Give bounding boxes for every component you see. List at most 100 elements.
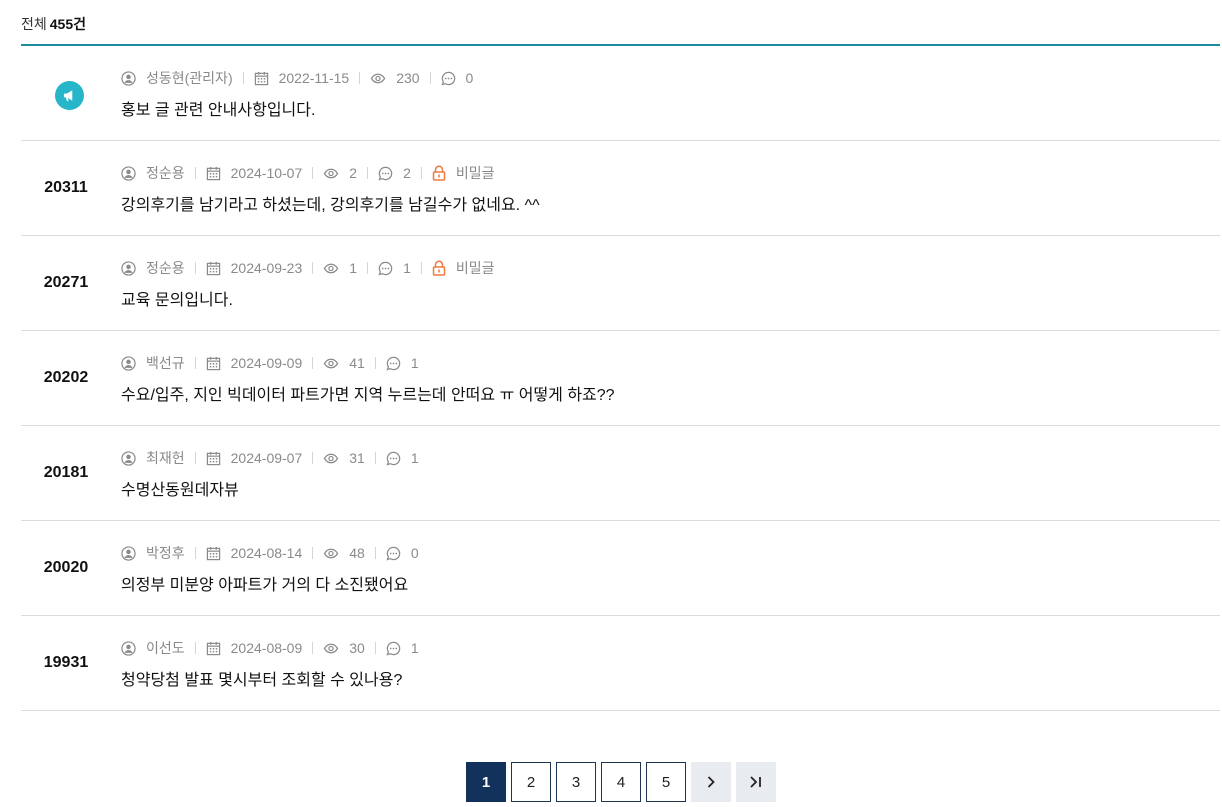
post-date: 2024-09-23 xyxy=(230,260,303,276)
post-views: 41 xyxy=(349,355,365,371)
comment-icon xyxy=(386,356,406,371)
lock-icon xyxy=(432,165,451,181)
post-number: 19931 xyxy=(43,654,89,671)
meta-separator xyxy=(359,72,361,84)
meta-separator xyxy=(374,642,376,654)
post-date: 2024-10-07 xyxy=(230,165,303,181)
page-button-1[interactable]: 1 xyxy=(466,762,506,802)
meta-separator xyxy=(367,167,369,179)
page-button-4[interactable]: 4 xyxy=(601,762,641,802)
post-author: 백선규 xyxy=(146,355,185,371)
post-comments-item: 2 xyxy=(378,165,411,181)
meta-separator xyxy=(374,357,376,369)
calendar-icon xyxy=(206,546,226,561)
post-title-link[interactable]: 수요/입주, 지인 빅데이터 파트가면 지역 누르는데 안떠요 ㅠ 어떻게 하죠… xyxy=(121,385,615,407)
post-row[interactable]: 20202 백선규 2024-09-09 41 1 수요/입주, 지인 빅데이터 파트가면… xyxy=(21,331,1220,426)
post-comments: 1 xyxy=(410,640,419,656)
post-row[interactable]: 20311 정순용 2024-10-07 2 2 비밀글 강의후기를 남기라고 하셨는데, … xyxy=(21,141,1220,236)
meta-separator xyxy=(194,452,196,464)
post-number: 20271 xyxy=(43,274,89,291)
secret-label: 비밀글 xyxy=(455,260,495,276)
post-row[interactable]: 20020 박정후 2024-08-14 48 0 의정부 미분양 아파트가 거의 다 소… xyxy=(21,521,1220,616)
post-meta: 박정후 2024-08-14 48 0 xyxy=(121,544,419,562)
post-views: 31 xyxy=(349,450,365,466)
total-count: 455건 xyxy=(49,16,87,32)
post-comments-item: 1 xyxy=(386,450,419,466)
comment-icon xyxy=(386,641,406,656)
post-date-item: 2022-11-15 xyxy=(254,70,349,86)
post-row[interactable]: 성동현(관리자) 2022-11-15 230 0 홍보 글 관련 안내사항입니다. xyxy=(21,46,1220,141)
page-button-2[interactable]: 2 xyxy=(511,762,551,802)
post-author-item: 최재헌 xyxy=(121,448,185,468)
calendar-icon xyxy=(254,71,274,86)
post-title-link[interactable]: 교육 문의입니다. xyxy=(121,290,233,312)
meta-separator xyxy=(194,262,196,274)
post-title-link[interactable]: 의정부 미분양 아파트가 거의 다 소진됐어요 xyxy=(121,575,408,597)
meta-separator xyxy=(194,547,196,559)
user-icon xyxy=(121,545,141,561)
comment-icon xyxy=(386,451,406,466)
post-author: 최재헌 xyxy=(146,450,185,466)
post-comments-item: 1 xyxy=(386,355,419,371)
post-number: 20202 xyxy=(43,369,89,386)
post-author: 이선도 xyxy=(146,640,185,656)
post-comments: 1 xyxy=(410,450,419,466)
post-views: 48 xyxy=(349,545,365,561)
post-date-item: 2024-09-07 xyxy=(206,450,303,466)
meta-separator xyxy=(194,642,196,654)
post-date: 2024-09-07 xyxy=(230,450,303,466)
post-author-item: 이선도 xyxy=(121,638,185,658)
post-comments-item: 1 xyxy=(378,260,411,276)
page-button-5[interactable]: 5 xyxy=(646,762,686,802)
comment-icon xyxy=(378,166,398,181)
post-views-item: 230 xyxy=(370,70,420,86)
post-date: 2024-09-09 xyxy=(230,355,303,371)
post-title-link[interactable]: 강의후기를 남기라고 하셨는데, 강의후기를 남길수가 없네요. ^^ xyxy=(121,195,540,217)
post-date-item: 2024-09-09 xyxy=(206,355,303,371)
post-comments-item: 0 xyxy=(386,545,419,561)
post-comments-item: 1 xyxy=(386,640,419,656)
post-comments: 1 xyxy=(410,355,419,371)
next-page-button[interactable] xyxy=(691,762,731,802)
eye-icon xyxy=(323,166,344,181)
post-views-item: 2 xyxy=(323,165,357,181)
post-comments-item: 0 xyxy=(440,70,473,86)
post-row[interactable]: 19931 이선도 2024-08-09 30 1 청약당첨 발표 몇시부터 조회할 수 … xyxy=(21,616,1220,711)
meta-separator xyxy=(242,72,244,84)
post-row[interactable]: 20271 정순용 2024-09-23 1 1 비밀글 교육 문의입니다. xyxy=(21,236,1220,331)
post-number: 20020 xyxy=(43,559,89,576)
calendar-icon xyxy=(206,261,226,276)
user-icon xyxy=(121,260,141,276)
page-button-3[interactable]: 3 xyxy=(556,762,596,802)
post-date-item: 2024-09-23 xyxy=(206,260,303,276)
meta-separator xyxy=(312,167,314,179)
calendar-icon xyxy=(206,166,226,181)
post-total: 전체 455건 xyxy=(21,14,86,34)
post-date: 2024-08-09 xyxy=(230,640,303,656)
post-author-item: 백선규 xyxy=(121,353,185,373)
post-title-link[interactable]: 수명산동원데자뷰 xyxy=(121,480,239,502)
meta-separator xyxy=(312,262,314,274)
meta-separator xyxy=(312,547,314,559)
post-comments: 0 xyxy=(410,545,419,561)
post-views: 1 xyxy=(349,260,358,276)
calendar-icon xyxy=(206,356,226,371)
eye-icon xyxy=(323,261,344,276)
post-title-link[interactable]: 청약당첨 발표 몇시부터 조회할 수 있나용? xyxy=(121,670,402,692)
post-author-item: 정순용 xyxy=(121,163,185,183)
post-date-item: 2024-08-14 xyxy=(206,545,302,561)
post-views: 30 xyxy=(349,640,365,656)
post-title-link[interactable]: 홍보 글 관련 안내사항입니다. xyxy=(121,100,315,122)
meta-separator xyxy=(429,72,431,84)
last-page-button[interactable] xyxy=(736,762,776,802)
post-row[interactable]: 20181 최재헌 2024-09-07 31 1 수명산동원데자뷰 xyxy=(21,426,1220,521)
post-number: 20181 xyxy=(43,464,89,481)
post-author-item: 성동현(관리자) xyxy=(121,68,233,88)
meta-separator xyxy=(420,262,422,274)
meta-separator xyxy=(367,262,369,274)
eye-icon xyxy=(370,71,391,86)
meta-separator xyxy=(312,642,314,654)
comment-icon xyxy=(386,546,406,561)
post-number: 20311 xyxy=(44,179,88,196)
post-date-item: 2024-10-07 xyxy=(206,165,303,181)
